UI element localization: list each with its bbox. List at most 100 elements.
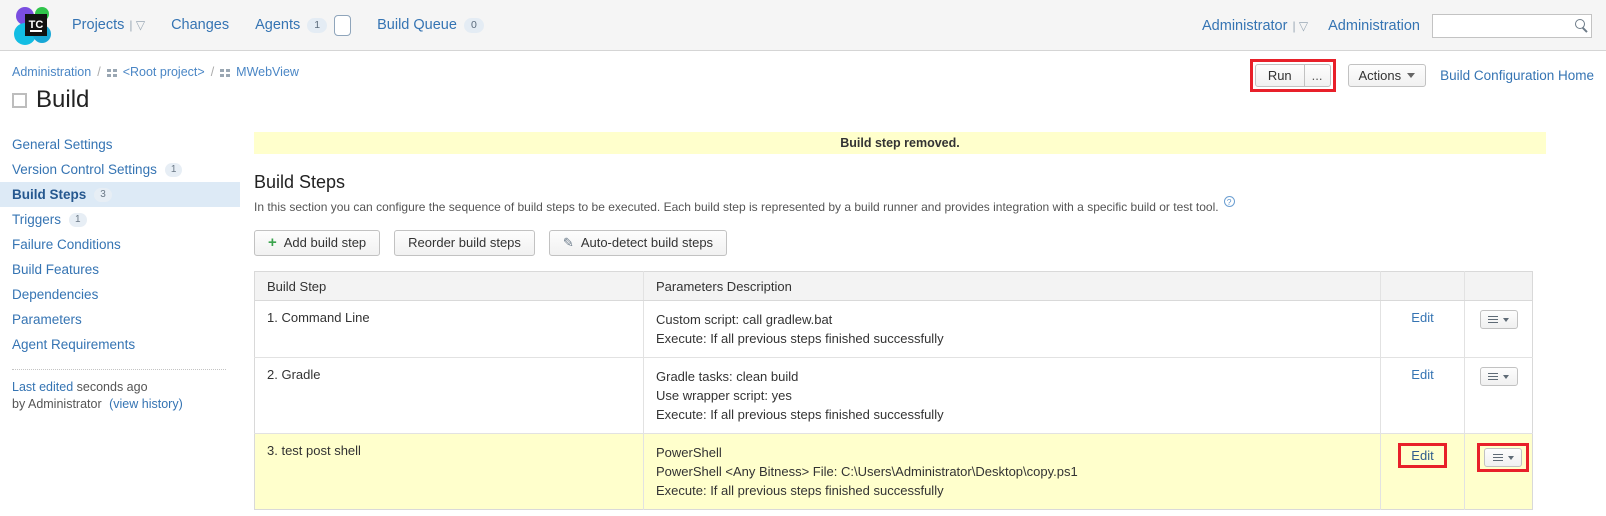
build-step-name: 3. test post shell — [255, 434, 644, 510]
table-row[interactable]: 3. test post shell PowerShell PowerShell… — [255, 434, 1533, 510]
parameter-line: Custom script: call gradlew.bat — [656, 310, 1368, 329]
teamcity-logo-icon: TC — [12, 4, 56, 46]
column-header-edit — [1381, 272, 1465, 301]
nav-item-build-queue[interactable]: Build Queue 0 — [377, 17, 484, 33]
section-title: Build Steps — [254, 172, 1546, 193]
add-build-step-label: Add build step — [284, 231, 366, 255]
build-config-square-icon — [12, 93, 27, 108]
user-name-label: Administrator — [1202, 18, 1287, 34]
agents-status-box-icon — [334, 15, 351, 36]
config-grid-icon — [220, 69, 231, 78]
status-notification-banner: Build step removed. — [254, 132, 1546, 154]
parameter-line: Execute: If all previous steps finished … — [656, 329, 1368, 348]
parameter-line: Execute: If all previous steps finished … — [656, 481, 1368, 500]
parameter-line: Gradle tasks: clean build — [656, 367, 1368, 386]
primary-nav: Projects | ▽ Changes Agents 1 Build Queu… — [72, 15, 510, 36]
build-step-parameters: Gradle tasks: clean build Use wrapper sc… — [644, 358, 1381, 434]
sidebar-item-general-settings[interactable]: General Settings — [0, 132, 240, 157]
build-queue-count-badge: 0 — [464, 18, 484, 33]
sidebar-item-build-features[interactable]: Build Features — [0, 257, 240, 282]
sidebar-label: Failure Conditions — [12, 237, 121, 252]
header-right-group: Administrator | ▽ Administration — [1202, 0, 1592, 51]
chevron-down-icon — [1407, 73, 1415, 78]
sidebar-item-build-steps[interactable]: Build Steps 3 — [0, 182, 240, 207]
sidebar-label: General Settings — [12, 137, 113, 152]
page-title-row: Build — [12, 88, 89, 112]
list-menu-icon — [1493, 454, 1503, 462]
breadcrumb-build-config[interactable]: MWebView — [236, 65, 299, 79]
nav-label-changes: Changes — [171, 17, 229, 33]
sidebar-label: Version Control Settings — [12, 162, 157, 177]
breadcrumb-root-project[interactable]: <Root project> — [123, 65, 205, 79]
chevron-down-icon[interactable]: | ▽ — [129, 18, 145, 32]
teamcity-logo[interactable]: TC — [12, 4, 56, 46]
nav-item-projects[interactable]: Projects | ▽ — [72, 17, 145, 33]
parameter-line: PowerShell — [656, 443, 1368, 462]
administration-label: Administration — [1328, 18, 1420, 34]
nav-item-changes[interactable]: Changes — [171, 17, 229, 33]
sidebar-label: Parameters — [12, 312, 82, 327]
chevron-down-icon — [1503, 318, 1509, 322]
search-icon[interactable] — [1575, 19, 1585, 29]
build-step-menu-button[interactable] — [1484, 448, 1522, 467]
auto-detect-build-steps-button[interactable]: ✎ Auto-detect build steps — [549, 230, 727, 256]
plus-icon: + — [268, 231, 277, 255]
sidebar-divider — [12, 369, 226, 370]
chevron-down-icon — [1508, 456, 1514, 460]
section-description: In this section you can configure the se… — [254, 199, 1219, 215]
sidebar-item-version-control-settings[interactable]: Version Control Settings 1 — [0, 157, 240, 182]
nav-item-administration[interactable]: Administration — [1328, 18, 1420, 34]
edit-build-step-link[interactable]: Edit — [1411, 367, 1433, 382]
chevron-down-icon[interactable]: | ▽ — [1292, 19, 1308, 33]
last-edited-link[interactable]: Last edited — [12, 380, 73, 394]
nav-item-agents[interactable]: Agents 1 — [255, 15, 351, 36]
view-history-link[interactable]: (view history) — [109, 397, 183, 411]
settings-sidebar: General Settings Version Control Setting… — [0, 132, 240, 413]
sidebar-item-dependencies[interactable]: Dependencies — [0, 282, 240, 307]
build-configuration-home-link[interactable]: Build Configuration Home — [1440, 68, 1594, 83]
breadcrumb: Administration / <Root project> / MWebVi… — [12, 65, 299, 79]
search-box[interactable] — [1432, 14, 1592, 38]
breadcrumb-administration[interactable]: Administration — [12, 65, 91, 79]
actions-menu-label: Actions — [1359, 65, 1402, 86]
table-row[interactable]: 2. Gradle Gradle tasks: clean build Use … — [255, 358, 1533, 434]
add-build-step-button[interactable]: + Add build step — [254, 230, 380, 256]
search-input[interactable] — [1433, 15, 1561, 37]
sidebar-item-failure-conditions[interactable]: Failure Conditions — [0, 232, 240, 257]
user-menu[interactable]: Administrator | ▽ — [1202, 18, 1308, 34]
run-button-highlight-box: Run ... — [1250, 59, 1336, 92]
build-step-edit-cell: Edit — [1381, 358, 1465, 434]
table-row[interactable]: 1. Command Line Custom script: call grad… — [255, 301, 1533, 358]
main-content: Build step removed. Build Steps In this … — [254, 132, 1546, 510]
build-step-menu-cell — [1465, 358, 1533, 434]
sidebar-item-parameters[interactable]: Parameters — [0, 307, 240, 332]
build-step-menu-button[interactable] — [1480, 310, 1518, 329]
build-step-name: 2. Gradle — [255, 358, 644, 434]
run-split-button[interactable]: Run ... — [1255, 64, 1331, 87]
breadcrumb-separator: / — [97, 65, 100, 79]
reorder-build-steps-button[interactable]: Reorder build steps — [394, 230, 535, 256]
actions-menu-button[interactable]: Actions — [1348, 64, 1427, 87]
page-title: Build — [36, 88, 89, 112]
build-step-menu-button[interactable] — [1480, 367, 1518, 386]
help-icon[interactable]: ? — [1224, 196, 1235, 207]
sidebar-item-triggers[interactable]: Triggers 1 — [0, 207, 240, 232]
sidebar-badge: 1 — [69, 213, 87, 227]
run-options-button[interactable]: ... — [1305, 64, 1331, 87]
table-header-row: Build Step Parameters Description — [255, 272, 1533, 301]
section-description-row: In this section you can configure the se… — [254, 199, 1546, 215]
build-step-edit-cell: Edit — [1381, 301, 1465, 358]
edit-build-step-link[interactable]: Edit — [1411, 448, 1433, 463]
build-step-parameters: Custom script: call gradlew.bat Execute:… — [644, 301, 1381, 358]
sidebar-badge: 3 — [94, 188, 112, 202]
nav-label-agents: Agents — [255, 17, 300, 33]
last-edited-author: by Administrator — [12, 397, 102, 411]
build-steps-toolbar: + Add build step Reorder build steps ✎ A… — [254, 230, 1546, 256]
last-edited-time: seconds ago — [77, 380, 148, 394]
agents-count-badge: 1 — [307, 18, 327, 33]
run-button[interactable]: Run — [1255, 64, 1305, 87]
edit-build-step-link[interactable]: Edit — [1411, 310, 1433, 325]
sidebar-item-agent-requirements[interactable]: Agent Requirements — [0, 332, 240, 357]
build-steps-table-head: Build Step Parameters Description — [255, 272, 1533, 301]
reorder-build-steps-label: Reorder build steps — [408, 231, 521, 255]
